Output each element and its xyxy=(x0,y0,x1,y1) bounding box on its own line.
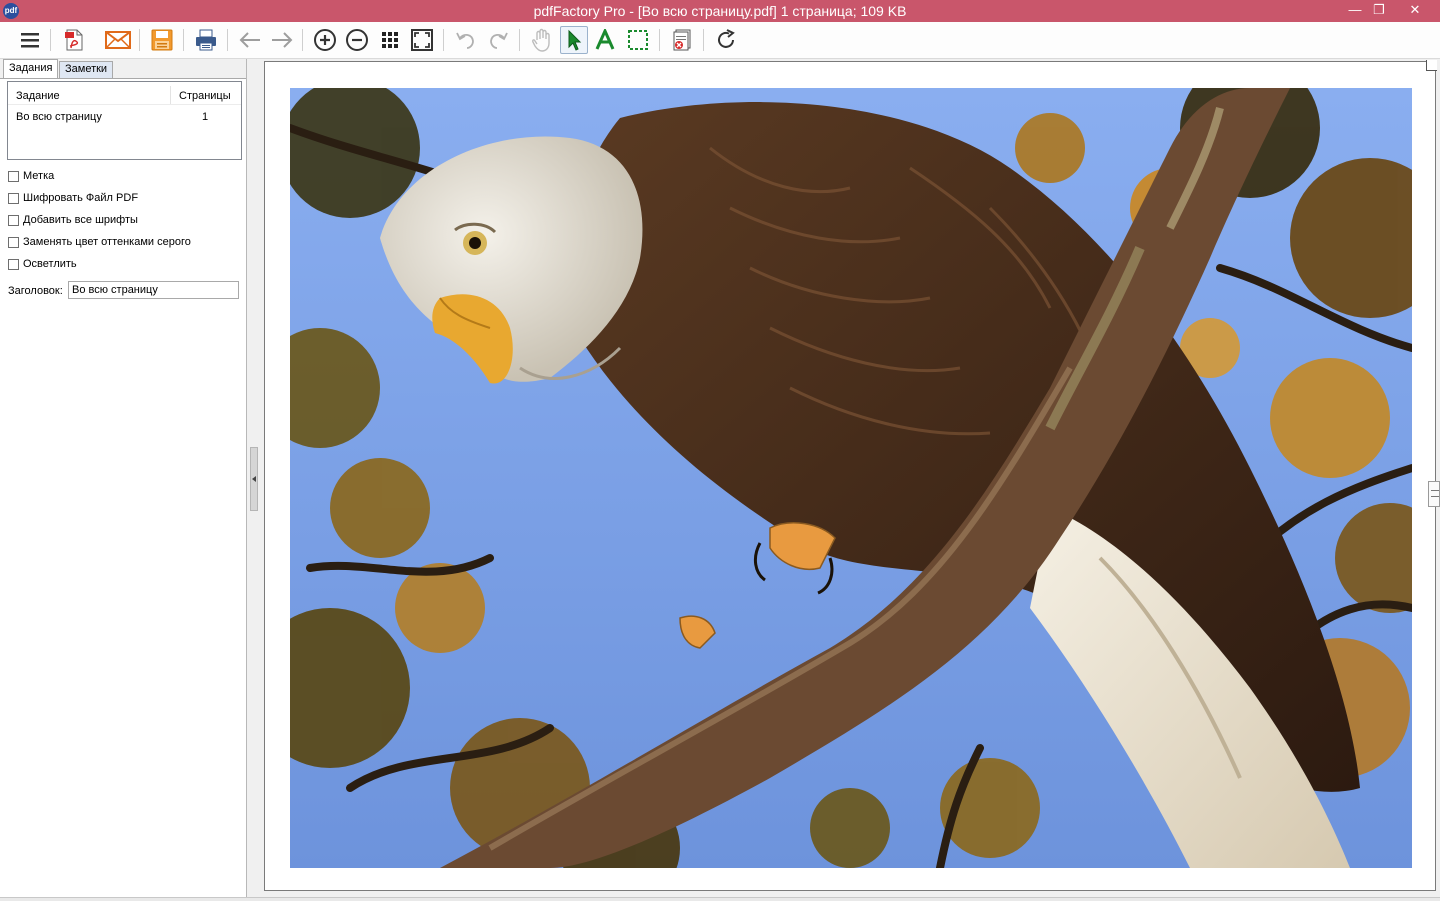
back-button[interactable] xyxy=(237,27,263,53)
zoom-out-button[interactable] xyxy=(344,27,370,53)
tab-strip: Задания Заметки xyxy=(0,59,246,79)
pdf-page[interactable] xyxy=(264,60,1437,891)
page-corner-fold xyxy=(1426,60,1437,71)
toolbar-separator xyxy=(302,29,303,51)
zoom-in-icon xyxy=(314,29,336,51)
option-grayscale-checkbox[interactable]: Заменять цвет оттенками серого xyxy=(8,234,191,250)
selection-rect-button[interactable] xyxy=(625,27,651,53)
toolbar-separator xyxy=(139,29,140,51)
back-arrow-icon xyxy=(239,32,260,48)
option-label: Осветлить xyxy=(23,258,77,270)
restore-button[interactable]: ❐ xyxy=(1362,0,1396,20)
tab-jobs[interactable]: Задания xyxy=(3,59,59,78)
toolbar-separator xyxy=(703,29,704,51)
zoom-in-button[interactable] xyxy=(312,27,338,53)
menu-icon xyxy=(21,33,39,48)
toolbar-separator xyxy=(183,29,184,51)
select-tool-button[interactable] xyxy=(560,26,588,54)
delete-page-icon xyxy=(673,29,691,51)
option-label: Шифровать Файл PDF xyxy=(23,192,139,204)
job-list[interactable]: Задание Страницы Во всю страницу 1 xyxy=(7,81,242,160)
toolbar xyxy=(0,22,1440,59)
column-divider[interactable] xyxy=(170,86,171,104)
hand-tool-icon xyxy=(532,28,550,52)
column-header-job[interactable]: Задание xyxy=(16,90,60,102)
toolbar-separator xyxy=(659,29,660,51)
option-encrypt-checkbox[interactable]: Шифровать Файл PDF xyxy=(8,190,138,206)
redo-button[interactable] xyxy=(485,27,511,53)
thumbnails-button[interactable] xyxy=(377,27,403,53)
menu-button[interactable] xyxy=(17,27,43,53)
option-label-checkbox[interactable]: Метка xyxy=(8,168,54,184)
rotate-icon xyxy=(718,29,735,48)
left-panel: Задания Заметки Задание Страницы Во всю … xyxy=(0,59,247,897)
text-tool-button[interactable] xyxy=(592,27,618,53)
option-label: Заменять цвет оттенками серого xyxy=(23,236,191,248)
pdf-button[interactable] xyxy=(61,27,87,53)
print-button[interactable] xyxy=(193,27,219,53)
fit-page-button[interactable] xyxy=(409,27,435,53)
forward-arrow-icon xyxy=(272,32,293,48)
thumbnails-icon xyxy=(382,32,398,48)
page-resize-handle[interactable] xyxy=(1428,481,1440,507)
hand-tool-button[interactable] xyxy=(529,27,555,53)
email-button[interactable] xyxy=(105,27,131,53)
title-field[interactable] xyxy=(68,281,239,299)
select-cursor-icon xyxy=(568,29,582,51)
checkbox[interactable] xyxy=(8,236,19,248)
toolbar-separator xyxy=(519,29,520,51)
redo-icon xyxy=(490,32,508,49)
fit-page-icon xyxy=(411,29,433,51)
toolbar-separator xyxy=(50,29,51,51)
checkbox[interactable] xyxy=(8,170,19,182)
toolbar-separator xyxy=(443,29,444,51)
option-embed-fonts-checkbox[interactable]: Добавить все шрифты xyxy=(8,212,138,228)
save-icon xyxy=(151,29,173,51)
toolbar-separator xyxy=(227,29,228,51)
job-name-cell: Во всю страницу xyxy=(16,111,102,123)
job-list-header: Задание Страницы xyxy=(8,84,241,105)
delete-page-button[interactable] xyxy=(669,27,695,53)
rotate-button[interactable] xyxy=(713,27,739,53)
checkbox[interactable] xyxy=(8,214,19,226)
checkbox[interactable] xyxy=(8,258,19,270)
undo-button[interactable] xyxy=(453,27,479,53)
column-header-pages[interactable]: Страницы xyxy=(179,90,231,102)
tab-notes[interactable]: Заметки xyxy=(59,61,114,78)
selection-rect-icon xyxy=(628,30,648,50)
window-title: pdfFactory Pro - [Во всю страницу.pdf] 1… xyxy=(533,3,907,19)
preview-area[interactable] xyxy=(262,59,1440,897)
save-button[interactable] xyxy=(149,27,175,53)
title-bar: pdf pdfFactory Pro - [Во всю страницу.pd… xyxy=(0,0,1440,22)
zoom-out-icon xyxy=(346,29,368,51)
print-icon xyxy=(196,29,216,51)
option-lighten-checkbox[interactable]: Осветлить xyxy=(8,256,77,272)
eagle-photo-illustration xyxy=(290,88,1412,868)
pdf-icon xyxy=(65,29,83,51)
eagle-photo xyxy=(290,88,1412,868)
text-tool-icon xyxy=(595,29,615,50)
forward-button[interactable] xyxy=(269,27,295,53)
checkbox[interactable] xyxy=(8,192,19,204)
panel-splitter[interactable] xyxy=(247,59,261,897)
undo-icon xyxy=(456,32,474,49)
title-field-label: Заголовок: xyxy=(8,285,63,297)
option-label: Метка xyxy=(23,170,55,182)
option-label: Добавить все шрифты xyxy=(23,214,138,226)
status-bar xyxy=(0,897,1440,901)
close-button[interactable]: ✕ xyxy=(1398,0,1432,20)
job-pages-cell: 1 xyxy=(202,111,209,123)
email-icon xyxy=(105,31,131,49)
collapse-panel-handle[interactable] xyxy=(250,447,258,511)
